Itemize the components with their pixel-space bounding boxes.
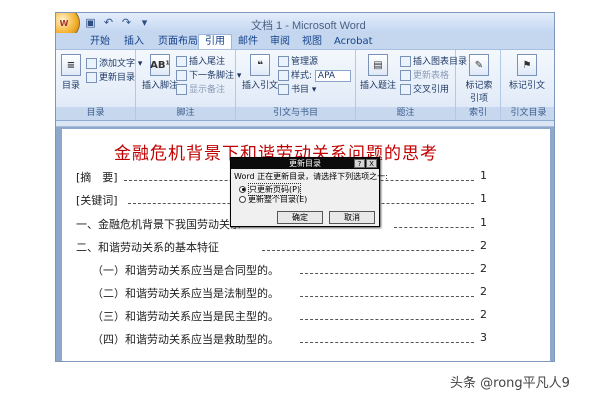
radio-selected-icon[interactable] [239, 185, 246, 193]
toc-page-number: 1 [480, 192, 487, 205]
customize-qat-icon[interactable]: ▾ [138, 16, 151, 29]
group-label-toa: 引文目录 [501, 107, 554, 120]
mark-citation-icon: ⚑ [517, 54, 537, 76]
cross-reference-icon [400, 84, 411, 95]
tab-references[interactable]: 引用 [198, 34, 232, 50]
tab-page-layout[interactable]: 页面布局 [152, 35, 204, 49]
dialog-title-bar: 更新目录 ? X [231, 158, 379, 169]
quick-access-toolbar: ▣ ↶ ↷ ▾ [84, 16, 151, 29]
toc-entry[interactable]: （一）和谐劳动关系应当是合同型的。 [92, 262, 279, 278]
mark-index-entry-button[interactable]: ✎ 标记索引项 [462, 54, 496, 104]
toc-button[interactable]: ≡ 目录 [61, 54, 81, 91]
style-dropdown[interactable]: APA [314, 70, 351, 82]
undo-icon[interactable]: ↶ [102, 16, 115, 29]
toc-leader [262, 250, 474, 251]
window-title: 文档 1 - Microsoft Word [251, 20, 366, 32]
update-toc-dialog: 更新目录 ? X Word 正在更新目录，请选择下列选项之一: 只更新页码(P)… [230, 157, 388, 227]
group-label-index: 索引 [456, 107, 500, 120]
tab-acrobat[interactable]: Acrobat [328, 35, 379, 49]
toc-leader [300, 342, 474, 343]
redo-icon[interactable]: ↷ [120, 16, 133, 29]
update-toc-button[interactable]: 更新目录 [86, 70, 135, 83]
group-label-toc: 目录 [56, 107, 135, 120]
tab-home[interactable]: 开始 [84, 35, 116, 49]
toc-leader [394, 227, 474, 228]
toc-entry[interactable]: （四）和谐劳动关系应当是救助型的。 [92, 331, 279, 347]
tab-insert[interactable]: 插入 [118, 35, 150, 49]
radio-unselected-icon[interactable] [239, 195, 246, 203]
toc-page-number: 2 [480, 262, 487, 275]
endnote-icon [176, 56, 187, 67]
mark-citation-button[interactable]: ⚑ 标记引文 [509, 54, 545, 91]
toc-entry[interactable]: [摘 要] [76, 169, 118, 185]
add-text-icon [86, 58, 97, 69]
toc-entry[interactable]: （二）和谐劳动关系应当是法制型的。 [92, 285, 279, 301]
toc-entry[interactable]: 一、金融危机背景下我国劳动关系 [76, 216, 241, 232]
next-footnote-icon [176, 70, 187, 81]
ribbon: ≡ 目录 添加文字 ▾ 更新目录 目录 AB¹ 插入脚注 插入尾注 下一条脚注 … [56, 49, 554, 121]
option-update-page-numbers[interactable]: 只更新页码(P) [231, 182, 379, 196]
toc-page-number: 1 [480, 216, 487, 229]
toc-page-number: 2 [480, 308, 487, 321]
insert-endnote-button[interactable]: 插入尾注 [176, 54, 225, 67]
next-footnote-button[interactable]: 下一条脚注 ▾ [176, 68, 241, 81]
tab-review[interactable]: 审阅 [264, 35, 296, 49]
group-label-footnotes: 脚注 [136, 107, 235, 120]
ruler [56, 121, 554, 127]
group-label-captions: 题注 [356, 107, 455, 120]
cancel-button[interactable]: 取消 [329, 211, 375, 224]
toc-page-number: 3 [480, 331, 487, 344]
toc-leader [300, 296, 474, 297]
group-toc: ≡ 目录 添加文字 ▾ 更新目录 目录 [56, 50, 142, 120]
insert-footnote-button[interactable]: AB¹ 插入脚注 [142, 54, 178, 91]
ribbon-tabs: 开始 插入 页面布局 引用 邮件 审阅 视图 Acrobat [56, 33, 554, 50]
update-table-button[interactable]: 更新表格 [400, 68, 449, 81]
style-icon [278, 70, 289, 81]
toc-page-number: 2 [480, 239, 487, 252]
option-update-entire-table[interactable]: 更新整个目录(E) [231, 194, 379, 204]
cross-reference-button[interactable]: 交叉引用 [400, 82, 449, 95]
group-table-of-authorities: ⚑ 标记引文 引文目录 [501, 50, 554, 120]
show-notes-icon [176, 84, 187, 95]
close-icon[interactable]: X [366, 159, 377, 168]
toc-entry[interactable]: （三）和谐劳动关系应当是民主型的。 [92, 308, 279, 324]
group-citations: ❝ 插入引文 管理源 样式: APA 书目 ▾ 引文与书目 [236, 50, 356, 120]
title-bar: W ▣ ↶ ↷ ▾ 文档 1 - Microsoft Word [56, 13, 554, 39]
office-logo-icon: W [59, 18, 69, 28]
toc-entry[interactable]: 二、和谐劳动关系的基本特征 [76, 239, 219, 255]
group-label-citations: 引文与书目 [236, 107, 355, 120]
watermark: 头条 @rong平凡人9 [450, 376, 570, 391]
manage-sources-button[interactable]: 管理源 [278, 54, 318, 67]
save-icon[interactable]: ▣ [84, 16, 97, 29]
toc-leader [300, 319, 474, 320]
group-index: ✎ 标记索引项 索引 [456, 50, 501, 120]
update-table-icon [400, 70, 411, 81]
group-footnotes: AB¹ 插入脚注 插入尾注 下一条脚注 ▾ 显示备注 脚注 [136, 50, 241, 120]
update-toc-icon [86, 72, 97, 83]
show-notes-button[interactable]: 显示备注 [176, 82, 225, 95]
add-text-button[interactable]: 添加文字 ▾ [86, 56, 142, 69]
dialog-title: 更新目录 [289, 159, 321, 168]
footnote-icon: AB¹ [150, 54, 170, 76]
ok-button[interactable]: 确定 [277, 211, 323, 224]
tab-mailings[interactable]: 邮件 [232, 35, 264, 49]
toc-leader [300, 273, 474, 274]
insert-caption-button[interactable]: ▤ 插入题注 [360, 54, 396, 91]
toc-page-number: 1 [480, 169, 487, 182]
table-figures-icon [400, 56, 411, 67]
toc-page-number: 2 [480, 285, 487, 298]
style-selector[interactable]: 样式: APA [278, 68, 351, 82]
manage-sources-icon [278, 56, 289, 67]
toc-icon: ≡ [61, 54, 81, 76]
caption-icon: ▤ [368, 54, 388, 76]
toc-entry[interactable]: [关键词] [76, 192, 118, 208]
citation-icon: ❝ [250, 54, 270, 76]
tab-view[interactable]: 视图 [296, 35, 328, 49]
bibliography-button[interactable]: 书目 ▾ [278, 82, 316, 95]
help-icon[interactable]: ? [354, 159, 365, 168]
mark-entry-icon: ✎ [469, 54, 489, 76]
insert-citation-button[interactable]: ❝ 插入引文 [242, 54, 278, 91]
bibliography-icon [278, 84, 289, 95]
group-captions: ▤ 插入题注 插入图表目录 更新表格 交叉引用 题注 [356, 50, 467, 120]
